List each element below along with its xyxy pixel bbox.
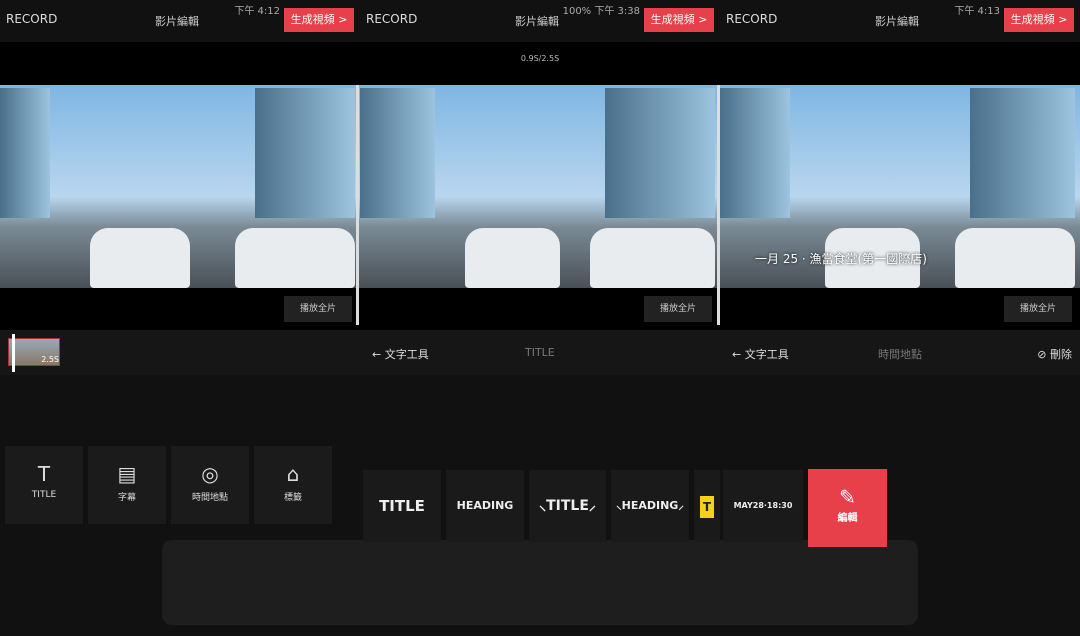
page-title: 影片編輯 xyxy=(515,15,559,28)
style-title[interactable]: TITLE xyxy=(363,470,441,542)
text-tool-back-button[interactable]: ← 文字工具 xyxy=(372,346,429,362)
back-button[interactable]: RECORD xyxy=(726,12,777,26)
style-heading[interactable]: HEADING xyxy=(446,470,524,542)
back-button[interactable]: RECORD xyxy=(6,12,57,26)
style-yellow-tag[interactable]: T xyxy=(694,470,720,542)
toolbar-current: 時間地點 xyxy=(878,348,922,361)
style-date-time[interactable]: MAY28·18:30 xyxy=(723,470,803,542)
video-preview[interactable] xyxy=(360,85,720,288)
play-all-button[interactable]: 播放全片 xyxy=(644,296,712,322)
edit-button[interactable]: ✎ 編輯 xyxy=(808,469,887,547)
bottom-panel xyxy=(162,540,918,625)
tool-tag[interactable]: ⌂ 標籤 xyxy=(254,446,332,524)
timecode: 0.9S/2.5S xyxy=(360,42,720,85)
style-title-bracket[interactable]: ⸜TITLE⸝ xyxy=(529,470,606,542)
style-heading-bracket[interactable]: ⸜HEADING⸝ xyxy=(611,470,689,542)
status-bar: 下午 4:12 xyxy=(234,6,280,17)
toolbar-current: TITLE xyxy=(525,346,555,359)
status-bar: 下午 4:13 xyxy=(954,6,1000,17)
delete-button[interactable]: ⊘ 刪除 xyxy=(1037,346,1072,362)
title-icon: T xyxy=(37,462,51,486)
subtitle-icon: ▤ xyxy=(117,462,137,486)
pencil-icon: ✎ xyxy=(839,485,856,509)
clip-thumbnail[interactable]: 2.5S xyxy=(8,338,60,366)
status-bar: 100% 下午 3:38 xyxy=(562,6,640,17)
generate-video-button[interactable]: 生成視頻 > xyxy=(284,8,354,32)
tool-time-location[interactable]: ◎ 時間地點 xyxy=(171,446,249,524)
time-location-overlay[interactable]: 一月 25 · 漁當食堂(第一國際店) xyxy=(755,250,927,267)
video-preview[interactable] xyxy=(0,85,360,288)
panel-divider xyxy=(717,85,720,325)
panel-divider xyxy=(356,85,359,325)
generate-video-button[interactable]: 生成視頻 > xyxy=(1004,8,1074,32)
back-button[interactable]: RECORD xyxy=(366,12,417,26)
tag-icon: ⌂ xyxy=(286,462,300,486)
location-pin-icon: ◎ xyxy=(201,462,219,486)
timeline: 2.5S xyxy=(0,330,360,375)
video-preview[interactable]: 一月 25 · 漁當食堂(第一國際店) xyxy=(720,85,1080,288)
tool-subtitle[interactable]: ▤ 字幕 xyxy=(88,446,166,524)
header: RECORD 影片編輯 生成視頻 > 下午 4:12 xyxy=(0,0,360,42)
page-title: 影片編輯 xyxy=(875,15,919,28)
play-all-button[interactable]: 播放全片 xyxy=(1004,296,1072,322)
page-title: 影片編輯 xyxy=(155,15,199,28)
generate-video-button[interactable]: 生成視頻 > xyxy=(644,8,714,32)
tool-title[interactable]: T TITLE xyxy=(5,446,83,524)
text-tool-back-button[interactable]: ← 文字工具 xyxy=(732,346,789,362)
play-all-button[interactable]: 播放全片 xyxy=(284,296,352,322)
preview-top xyxy=(0,42,360,85)
playhead[interactable] xyxy=(12,334,15,372)
